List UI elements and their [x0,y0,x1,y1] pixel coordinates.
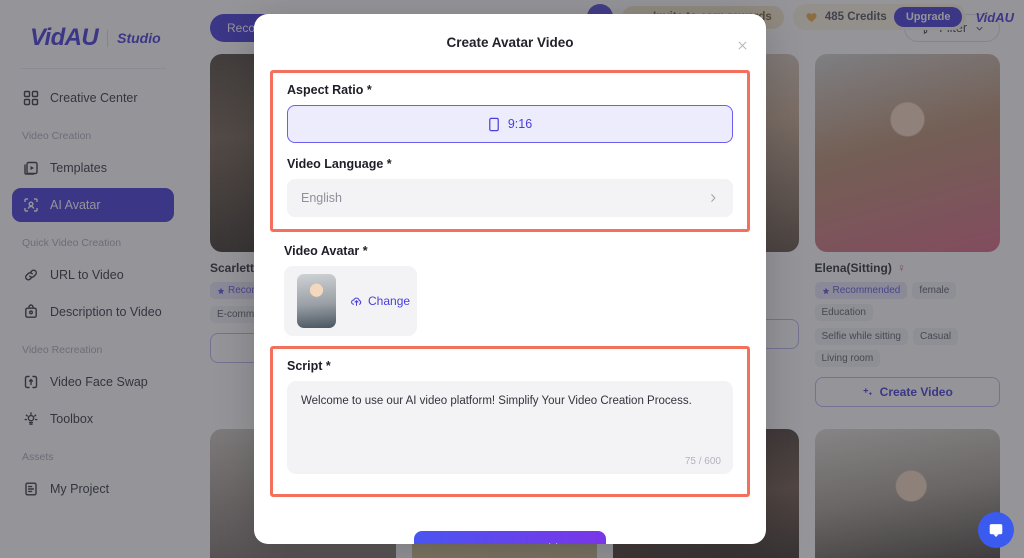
highlight-box-script: Script * Welcome to use our AI video pla… [270,346,750,497]
change-avatar-button[interactable]: Change [350,294,410,308]
aspect-ratio-value: 9:16 [507,117,533,131]
script-input[interactable]: Welcome to use our AI video platform! Si… [287,381,733,474]
close-icon[interactable] [735,39,750,54]
video-avatar-section: Video Avatar * Change [270,232,750,336]
script-section: Script * Welcome to use our AI video pla… [273,349,747,494]
avatar-thumbnail [297,274,336,328]
video-language-value: English [301,191,342,205]
video-language-label: Video Language * [287,157,392,171]
chat-icon [989,524,1003,537]
modal-body: Aspect Ratio * 9:16 Video Language * Eng… [254,70,766,544]
video-avatar-label: Video Avatar * [284,244,368,258]
modal-title: Create Avatar Video [446,35,574,50]
generate-avatar-video-button[interactable]: Generate avatar video [414,531,606,544]
modal-footer: Generate avatar video [270,497,750,544]
create-avatar-video-modal: Create Avatar Video Aspect Ratio * 9:16 … [254,14,766,544]
intercom-chat-button[interactable] [978,512,1014,548]
chevron-right-icon [711,194,716,202]
script-text: Welcome to use our AI video platform! Si… [301,395,692,407]
change-label: Change [368,294,411,308]
aspect-ratio-label: Aspect Ratio * [287,83,372,97]
aspect-ratio-section: Aspect Ratio * 9:16 Video Language * Eng… [273,73,747,229]
video-avatar-picker[interactable]: Change [284,266,417,336]
upload-cloud-icon [351,297,362,306]
aspect-ratio-option-9-16[interactable]: 9:16 [287,105,733,143]
portrait-frame-icon [489,117,499,131]
highlight-box-settings: Aspect Ratio * 9:16 Video Language * Eng… [270,70,750,232]
app-root: VidAU Studio Creative Center Video Creat… [0,0,1024,558]
video-language-select[interactable]: English [287,179,733,217]
character-counter: 75 / 600 [684,456,721,467]
script-label: Script * [287,359,331,373]
